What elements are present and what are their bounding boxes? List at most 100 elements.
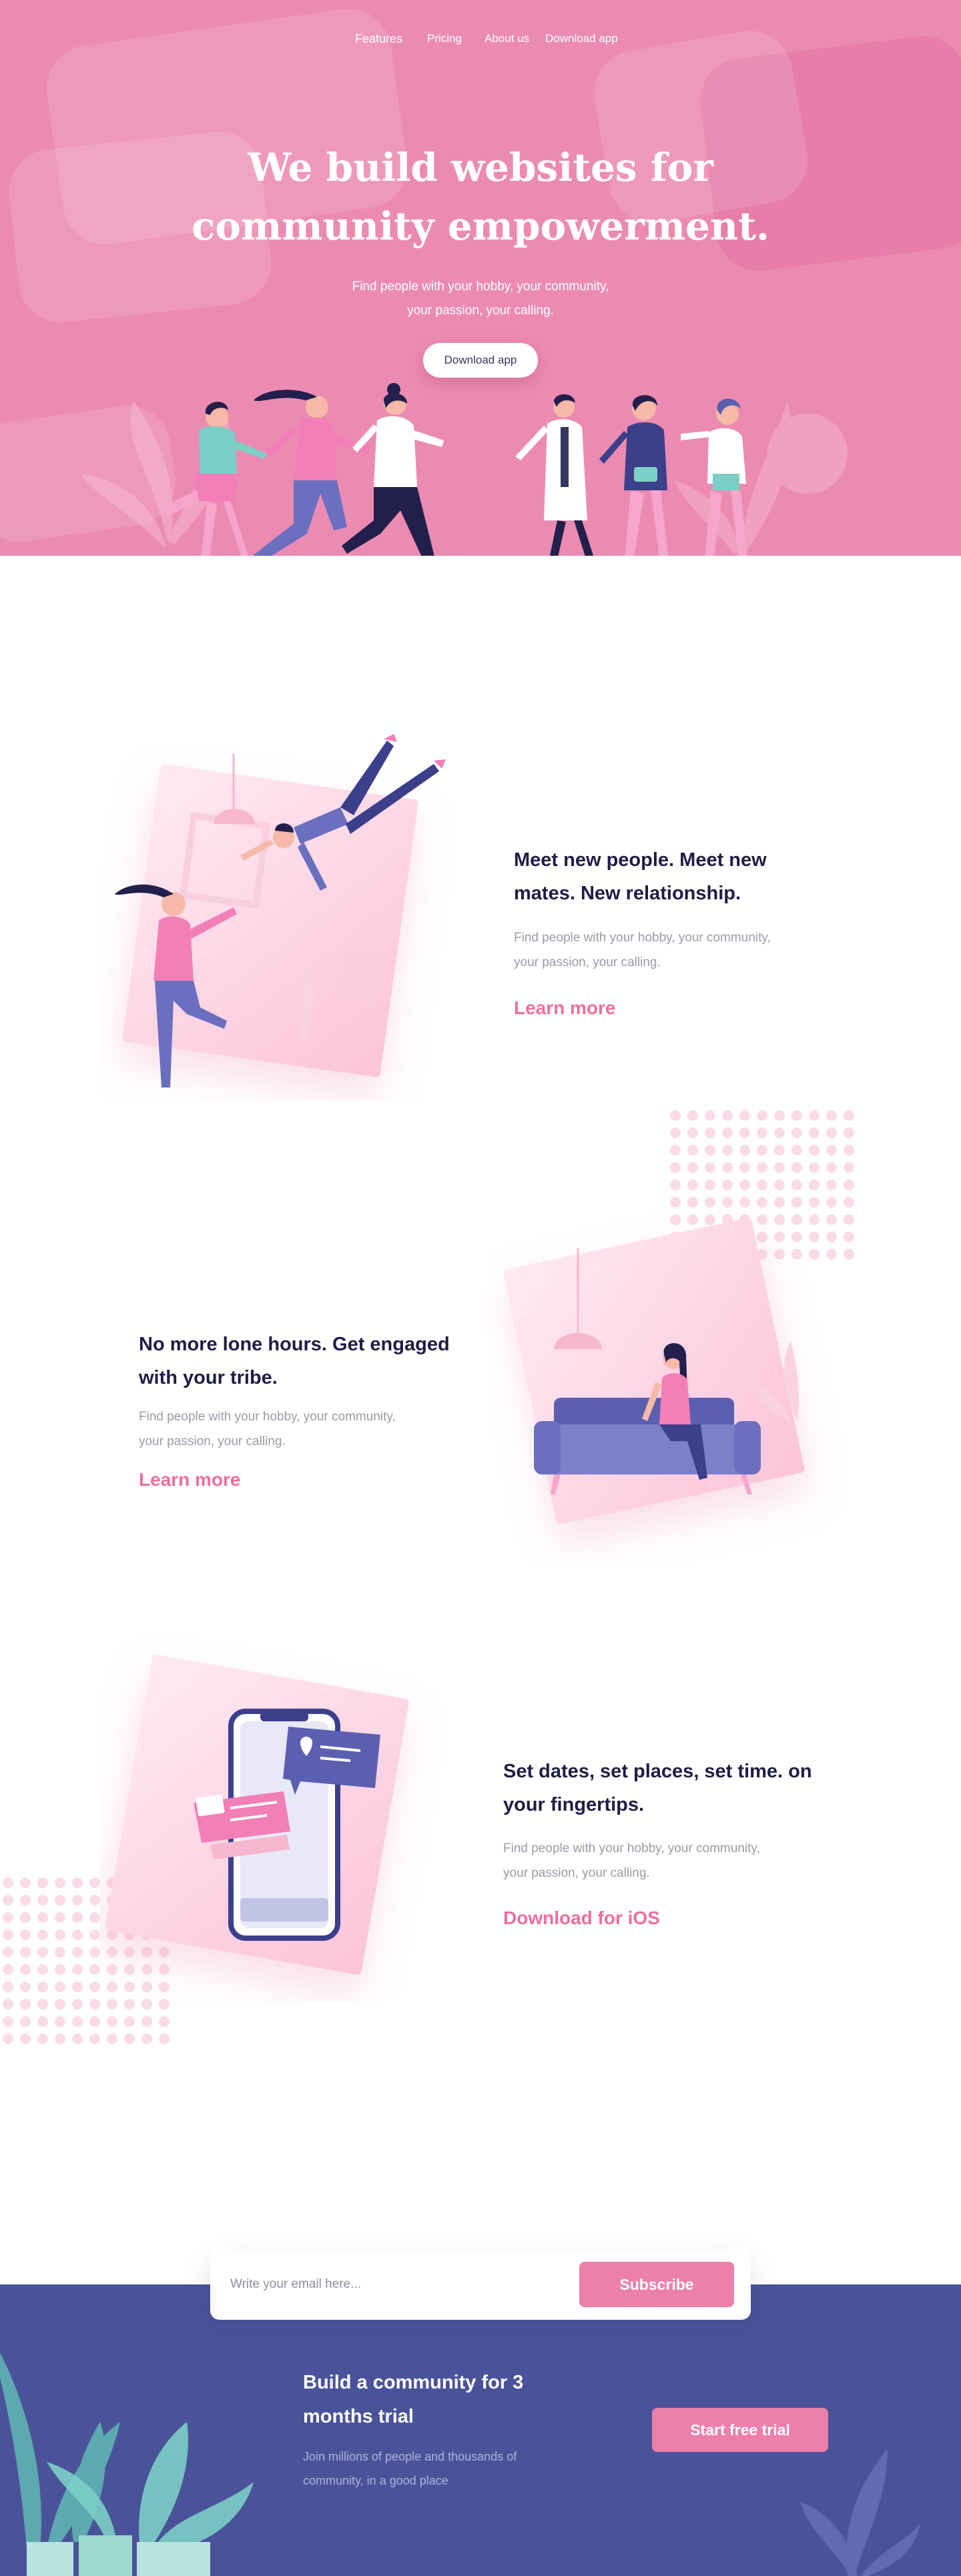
decorative-dot bbox=[89, 2016, 100, 2027]
top-nav: Features Pricing About us Download app bbox=[0, 32, 961, 48]
decorative-dot bbox=[809, 1162, 820, 1173]
decorative-dot bbox=[670, 1180, 681, 1190]
decorative-dot bbox=[826, 1145, 837, 1156]
decorative-dot bbox=[55, 1964, 65, 1975]
feature-title: No more lone hours. Get engaged with you… bbox=[139, 1328, 459, 1394]
feature-lone-hours-illustration bbox=[503, 1218, 805, 1525]
decorative-dot bbox=[705, 1110, 715, 1121]
decorative-dot bbox=[739, 1162, 750, 1173]
decorative-dot bbox=[72, 1895, 83, 1905]
subscribe-button[interactable]: Subscribe bbox=[579, 2262, 734, 2307]
decorative-dot bbox=[844, 1128, 854, 1138]
decorative-dot bbox=[844, 1145, 854, 1156]
start-free-trial-button[interactable]: Start free trial bbox=[652, 2408, 828, 2452]
decorative-dot bbox=[89, 1982, 100, 1992]
decorative-dot bbox=[722, 1145, 733, 1156]
decorative-dot bbox=[3, 1947, 13, 1958]
trial-title-line: Build a community for 3 bbox=[303, 2372, 524, 2393]
feature-description-line: Find people with your hobby, your commun… bbox=[503, 1841, 760, 1855]
hero-subtitle-line: Find people with your hobby, your commun… bbox=[352, 280, 609, 294]
decorative-dot bbox=[89, 1895, 100, 1905]
nav-about-us[interactable]: About us bbox=[485, 32, 529, 45]
decorative-dot bbox=[37, 1877, 48, 1888]
feature-meet-people-illustration bbox=[115, 734, 446, 1088]
hero-section: Features Pricing About us Download app W… bbox=[0, 0, 961, 556]
decorative-dot bbox=[3, 1929, 13, 1940]
decorative-dot bbox=[159, 2034, 170, 2044]
decorative-dot bbox=[687, 1128, 698, 1138]
decorative-dot bbox=[757, 1180, 767, 1190]
decorative-dot bbox=[55, 2016, 65, 2027]
hero-subtitle-line: your passion, your calling. bbox=[407, 304, 554, 318]
decorative-dot bbox=[844, 1162, 854, 1173]
decorative-dot bbox=[55, 1895, 65, 1905]
decorative-dot bbox=[141, 2016, 152, 2027]
decorative-dot bbox=[20, 1912, 31, 1923]
decorative-dot bbox=[20, 1964, 31, 1975]
nav-download-app[interactable]: Download app bbox=[545, 32, 618, 45]
decorative-dot bbox=[72, 1947, 83, 1958]
decorative-dot bbox=[687, 1145, 698, 1156]
decorative-dot bbox=[687, 1110, 698, 1121]
decorative-dot bbox=[20, 1929, 31, 1940]
nav-pricing[interactable]: Pricing bbox=[427, 32, 462, 45]
decorative-dot bbox=[791, 1110, 802, 1121]
decorative-dot bbox=[791, 1162, 802, 1173]
decorative-dot bbox=[739, 1110, 750, 1121]
decorative-dot bbox=[55, 1912, 65, 1923]
decorative-dot bbox=[809, 1128, 820, 1138]
decorative-dot bbox=[107, 2016, 117, 2027]
feature-description-line: your passion, your calling. bbox=[139, 1434, 286, 1448]
decorative-dot bbox=[844, 1180, 854, 1190]
decorative-dot bbox=[72, 1912, 83, 1923]
learn-more-link[interactable]: Learn more bbox=[514, 997, 616, 1019]
feature-description: Find people with your hobby, your commun… bbox=[503, 1836, 810, 1885]
email-input[interactable] bbox=[230, 2269, 564, 2300]
decorative-dot bbox=[826, 1110, 837, 1121]
decorative-dot bbox=[20, 1877, 31, 1888]
decorative-dot bbox=[739, 1128, 750, 1138]
decorative-dot bbox=[55, 1947, 65, 1958]
decorative-dot bbox=[89, 1912, 100, 1923]
decorative-dot bbox=[55, 2034, 65, 2044]
learn-more-link[interactable]: Learn more bbox=[139, 1469, 241, 1490]
decorative-dot bbox=[72, 1929, 83, 1940]
decorative-dot bbox=[3, 1964, 13, 1975]
decorative-dot bbox=[739, 1180, 750, 1190]
hero-people-illustration bbox=[80, 383, 848, 556]
decorative-dot bbox=[722, 1110, 733, 1121]
decorative-dot bbox=[757, 1128, 767, 1138]
feature-title-line: mates. New relationship. bbox=[514, 883, 741, 904]
decorative-dot bbox=[37, 1982, 48, 1992]
decorative-dot bbox=[37, 2016, 48, 2027]
decorative-dot bbox=[37, 1964, 48, 1975]
download-app-button[interactable]: Download app bbox=[423, 343, 538, 378]
trial-description-line: Join millions of people and thousands of bbox=[303, 2450, 517, 2463]
decorative-dot bbox=[774, 1110, 785, 1121]
decorative-dot bbox=[826, 1128, 837, 1138]
subscribe-form: Subscribe bbox=[210, 2249, 751, 2320]
nav-features[interactable]: Features bbox=[355, 32, 402, 46]
person-illustration bbox=[681, 398, 747, 556]
hero-title-line: We build websites for bbox=[248, 145, 713, 190]
trial-description-line: community, in a good place bbox=[303, 2474, 448, 2487]
download-for-ios-link[interactable]: Download for iOS bbox=[503, 1907, 660, 1929]
decorative-dot bbox=[37, 1947, 48, 1958]
decorative-dot bbox=[55, 1877, 65, 1888]
decorative-dot bbox=[55, 1982, 65, 1992]
decorative-dot bbox=[774, 1145, 785, 1156]
decorative-dot bbox=[3, 1999, 13, 2010]
feature-title: Meet new people. Meet new mates. New rel… bbox=[514, 843, 808, 910]
decorative-dot bbox=[20, 1947, 31, 1958]
decorative-dot bbox=[774, 1180, 785, 1190]
feature-title-line: with your tribe. bbox=[139, 1367, 278, 1388]
feature-title-line: Set dates, set places, set time. on bbox=[503, 1761, 812, 1782]
decorative-dot bbox=[159, 2016, 170, 2027]
decorative-dot bbox=[37, 1912, 48, 1923]
decorative-dot bbox=[809, 1110, 820, 1121]
feature-description: Find people with your hobby, your commun… bbox=[514, 925, 821, 975]
decorative-dot bbox=[791, 1128, 802, 1138]
decorative-dot bbox=[687, 1180, 698, 1190]
decorative-dot bbox=[791, 1180, 802, 1190]
decorative-dot bbox=[705, 1145, 715, 1156]
